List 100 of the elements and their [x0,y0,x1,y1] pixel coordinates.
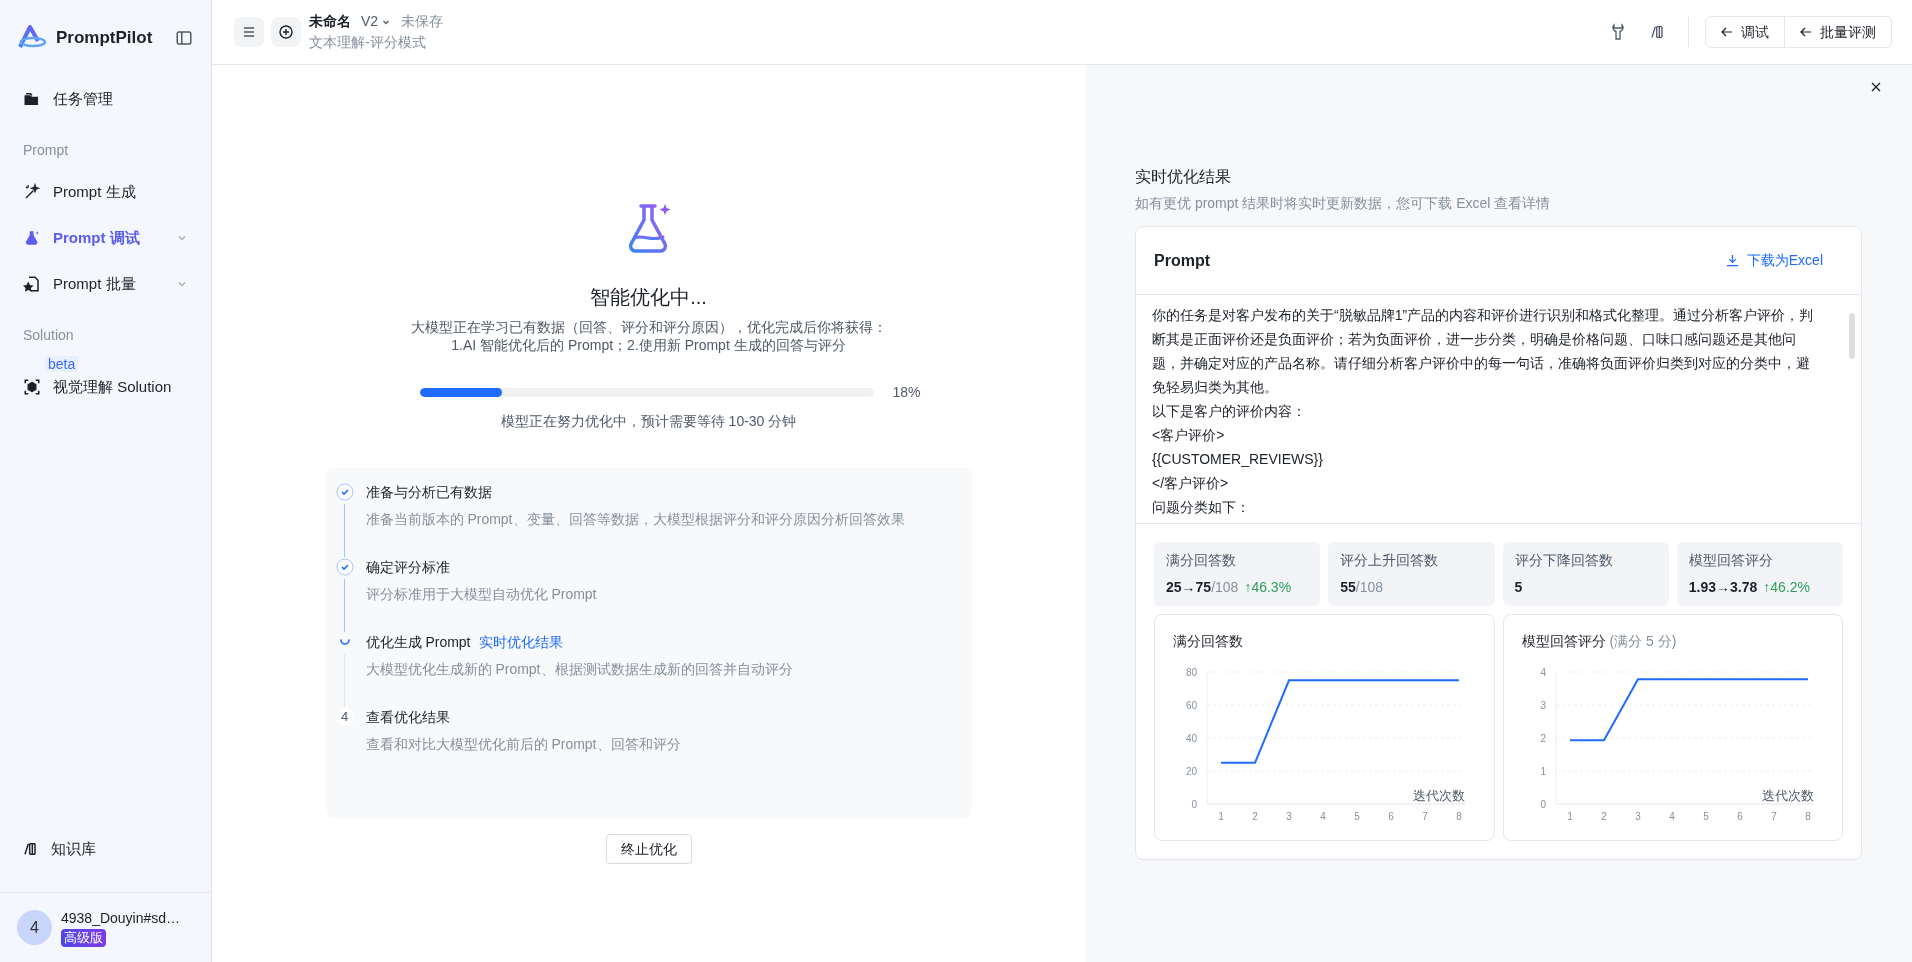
axis-tick-label: 20 [1185,766,1197,777]
section-label: Prompt [22,141,70,160]
sidebar-item[interactable]: Prompt 生成 [12,169,199,215]
axis-tick-label: 1 [1218,811,1224,822]
prompt-text: 你的任务是对客户发布的关于“脱敏品牌1”产品的内容和评价进行识别和格式化整理。通过分析客户评价，判断其是正面评价还是负面评价；若为负面评价，进一步分类，明确是价格问题、口味口感问题还是其他问题，并确定对应的产品名称。请仔细分析客户评价中的每一句话，准确将负面评价归类到对应的分类中，避免轻易归类为其他。 [1152,306,1815,397]
spinner-icon [339,639,350,645]
document-title: 未命名 [309,12,351,31]
step-number: 4 [335,708,354,726]
results-link[interactable]: 实时优化结果 [478,632,563,652]
user-avatar[interactable]: 4 [17,910,52,945]
axis-tick-label: 2 [1252,811,1258,822]
axis-tick-label: 1 [1539,766,1546,777]
panel-subtitle: 如有更优 prompt 结果时将实时更新数据，您可下载 Excel 查看详情 [1135,194,1552,213]
sidebar-item[interactable]: 知识库 [0,826,211,872]
axis-tick-label: 3 [1286,811,1292,822]
beta-badge: beta [45,356,79,372]
axis-tick-label: 5 [1702,811,1709,822]
axis-tick-label: 5 [1354,811,1360,822]
change-percent: ↑46.3% [1244,578,1292,597]
axis-tick-label: 60 [1185,700,1197,711]
description-line: 大模型正在学习已有数据（回答、评分和评分原因），优化完成后你将获得： [410,318,887,336]
stop-button[interactable]: 终止优化 [605,834,692,864]
axis-tick-label: 8 [1804,811,1811,822]
step-title: 确定评分标准 [365,558,450,577]
step-description: 大模型优化生成新的 Prompt、根据测试数据生成新的回答并自动评分 [365,660,793,679]
axis-tick-label: 2 [1600,811,1607,822]
axis-tick-label: 0 [1539,799,1546,810]
stat-value: 55/108 [1340,578,1384,597]
step-title: 查看优化结果 [365,708,450,727]
chart-title: 模型回答评分 (满分 5 分) [1521,632,1678,651]
step-description: 评分标准用于大模型自动优化 Prompt [365,585,597,604]
axis-tick-label: 8 [1456,811,1462,822]
axis-tick-label: 2 [1539,733,1546,744]
download-icon [1725,254,1739,267]
add-button[interactable] [271,17,301,47]
step-description: 准备当前版本的 Prompt、变量、回答等数据，大模型根据评分和评分原因分析回答效果 [365,510,905,529]
version-dropdown[interactable]: V2 [361,11,392,32]
arrow-left-icon [1721,27,1733,37]
cube-scan-icon [23,378,41,396]
sidebar-toggle-icon[interactable] [175,29,193,47]
stat-value: 1.93→3.78 [1688,578,1758,597]
step-description: 查看和对比大模型优化前后的 Prompt、回答和评分 [365,735,681,754]
magic-wand-icon [23,183,41,201]
axis-tick-label: 4 [1320,811,1326,822]
step-title: 优化生成 Prompt [365,633,471,652]
stat-value: 25→75/108 [1166,578,1239,597]
user-name: 4938_Douyin#sd… [61,909,181,928]
axis-tick-label: 0 [1191,799,1197,810]
back-button[interactable]: 批量评测 [1784,17,1891,47]
section-label: Solution [22,326,75,345]
stat-label: 评分上升回答数 [1340,551,1440,570]
app-logo: PromptPilot [56,27,154,50]
sidebar-item[interactable]: Prompt 调试 [12,215,199,261]
back-button[interactable]: 调试 [1706,17,1784,47]
axis-tick-label: 6 [1388,811,1394,822]
axis-tick-label: 3 [1634,811,1641,822]
stat-value: 5 [1514,578,1523,597]
download-link[interactable]: 下载为Excel [1725,250,1823,271]
axis-tick-label: 40 [1185,733,1197,744]
panel-title: 实时优化结果 [1135,167,1232,187]
logo-icon [18,25,48,51]
axis-tick-label: 7 [1770,811,1777,822]
axis-tick-label: 6 [1736,811,1743,822]
prompt-text: {{CUSTOMER_REVIEWS}} [1152,450,1324,469]
plan-badge: 高级版 [61,929,106,947]
prompt-text: 问题分类如下： [1152,498,1251,517]
sidebar-item[interactable]: Prompt 批量 [12,261,199,307]
wrench-icon[interactable] [1610,23,1626,41]
sidebar-item[interactable]: 视觉理解 Solution [12,372,199,402]
prompt-text: <客户评价> [1152,426,1226,445]
prompt-text: </客户评价> [1152,474,1230,493]
scrollbar-thumb[interactable] [1849,313,1855,359]
card-title: Prompt [1154,250,1210,271]
eta-text: 模型正在努力优化中，预计需要等待 10-30 分钟 [500,412,797,431]
menu-icon [242,25,256,39]
plus-circle-icon [278,24,294,40]
stat-label: 满分回答数 [1166,551,1237,570]
check-circle-icon [335,483,354,501]
folder-icon [23,90,41,108]
axis-title: 迭代次数 [1761,788,1814,803]
sidebar-item[interactable]: 任务管理 [12,76,199,122]
progress-percent: 18% [892,383,921,402]
axis-tick-label: 3 [1539,700,1546,711]
document-subtitle: 文本理解-评分模式 [309,33,427,52]
stat-label: 模型回答评分 [1688,551,1774,570]
axis-tick-label: 4 [1668,811,1675,822]
menu-button[interactable] [234,17,264,47]
description-line: 1.AI 智能优化后的 Prompt；2.使用新 Prompt 生成的回答与评分 [450,336,847,354]
axis-tick-label: 7 [1422,811,1428,822]
books-icon[interactable] [1650,24,1666,40]
stat-label: 评分下降回答数 [1514,551,1614,570]
status-title: 智能优化中... [590,285,707,310]
books-icon [23,841,39,857]
axis-tick-label: 1 [1566,811,1573,822]
axis-tick-label: 80 [1185,667,1197,678]
axis-title: 迭代次数 [1413,788,1465,803]
chart-title: 满分回答数 [1173,632,1244,651]
change-percent: ↑46.2% [1763,578,1810,597]
flask-icon [23,229,41,247]
star-document-icon [23,275,41,293]
